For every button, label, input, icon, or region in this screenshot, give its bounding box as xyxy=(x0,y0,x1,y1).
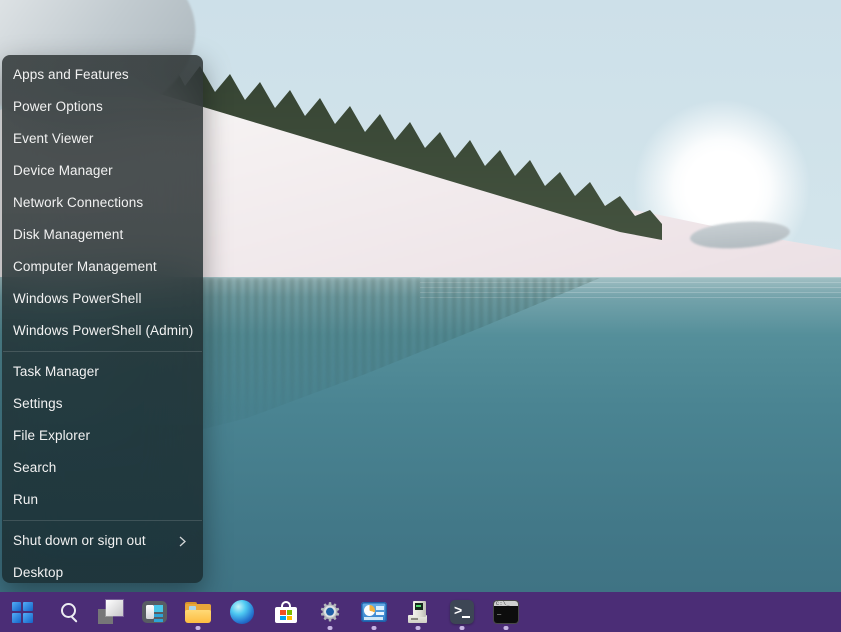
taskbar: ⚙ > C:\__ xyxy=(0,592,841,632)
menu-item-disk-management[interactable]: Disk Management xyxy=(2,219,203,251)
menu-item-file-explorer[interactable]: File Explorer xyxy=(2,420,203,452)
command-prompt-button[interactable]: C:\__ xyxy=(486,592,526,632)
menu-item-run[interactable]: Run xyxy=(2,484,203,516)
widgets-icon xyxy=(142,601,167,623)
running-indicator-dot xyxy=(372,626,377,630)
menu-item-label: Desktop xyxy=(13,557,63,589)
microsoft-store-button[interactable] xyxy=(266,592,306,632)
widgets-button[interactable] xyxy=(134,592,174,632)
running-indicator-dot xyxy=(328,626,333,630)
menu-item-label: Network Connections xyxy=(13,187,143,219)
menu-item-windows-powershell-admin[interactable]: Windows PowerShell (Admin) xyxy=(2,315,203,347)
menu-item-label: Settings xyxy=(13,388,63,420)
menu-item-device-manager[interactable]: Device Manager xyxy=(2,155,203,187)
menu-item-label: Device Manager xyxy=(13,155,113,187)
winx-menu-list: Apps and FeaturesPower OptionsEvent View… xyxy=(2,59,203,589)
menu-item-desktop[interactable]: Desktop xyxy=(2,557,203,589)
start-button[interactable] xyxy=(2,592,42,632)
menu-item-network-connections[interactable]: Network Connections xyxy=(2,187,203,219)
folder-icon xyxy=(185,602,211,623)
gear-icon: ⚙ xyxy=(317,599,343,625)
menu-item-power-options[interactable]: Power Options xyxy=(2,91,203,123)
chevron-right-icon xyxy=(179,536,186,547)
menu-item-task-manager[interactable]: Task Manager xyxy=(2,356,203,388)
menu-item-label: Task Manager xyxy=(13,356,99,388)
running-indicator-dot xyxy=(416,626,421,630)
edge-button[interactable] xyxy=(222,592,262,632)
menu-item-label: Event Viewer xyxy=(13,123,94,155)
desktop[interactable]: Apps and FeaturesPower OptionsEvent View… xyxy=(0,0,841,632)
powershell-icon: > xyxy=(450,600,474,624)
menu-item-computer-management[interactable]: Computer Management xyxy=(2,251,203,283)
running-indicator-dot xyxy=(504,626,509,630)
running-indicator-dot xyxy=(196,626,201,630)
menu-separator xyxy=(3,351,202,352)
command-prompt-icon: C:\__ xyxy=(494,601,518,623)
windows-logo-icon xyxy=(12,602,33,623)
file-explorer-button[interactable] xyxy=(178,592,218,632)
winx-context-menu: Apps and FeaturesPower OptionsEvent View… xyxy=(2,55,203,583)
settings-button[interactable]: ⚙ xyxy=(310,592,350,632)
menu-item-label: Apps and Features xyxy=(13,59,129,91)
search-icon xyxy=(61,603,76,618)
menu-item-label: Power Options xyxy=(13,91,103,123)
menu-item-shut-down-or-sign-out[interactable]: Shut down or sign out xyxy=(2,525,203,557)
task-view-button[interactable] xyxy=(90,592,130,632)
taskbar-search-button[interactable] xyxy=(46,592,86,632)
store-bag-icon xyxy=(275,601,297,623)
menu-item-search[interactable]: Search xyxy=(2,452,203,484)
menu-item-label: Windows PowerShell (Admin) xyxy=(13,315,193,347)
menu-item-label: Windows PowerShell xyxy=(13,283,142,315)
menu-item-windows-powershell[interactable]: Windows PowerShell xyxy=(2,283,203,315)
menu-item-label: Run xyxy=(13,484,38,516)
menu-item-label: Search xyxy=(13,452,56,484)
system-monitor-button[interactable] xyxy=(354,592,394,632)
computer-icon xyxy=(406,600,431,624)
menu-item-settings[interactable]: Settings xyxy=(2,388,203,420)
running-indicator-dot xyxy=(460,626,465,630)
menu-item-label: Disk Management xyxy=(13,219,123,251)
edge-icon xyxy=(230,600,254,624)
menu-separator xyxy=(3,520,202,521)
menu-item-apps-and-features[interactable]: Apps and Features xyxy=(2,59,203,91)
menu-item-label: Computer Management xyxy=(13,251,157,283)
menu-item-label: File Explorer xyxy=(13,420,90,452)
menu-item-event-viewer[interactable]: Event Viewer xyxy=(2,123,203,155)
task-view-icon xyxy=(98,600,123,624)
pie-chart-window-icon xyxy=(361,602,387,622)
legacy-computer-button[interactable] xyxy=(398,592,438,632)
powershell-button[interactable]: > xyxy=(442,592,482,632)
menu-item-label: Shut down or sign out xyxy=(13,525,146,557)
